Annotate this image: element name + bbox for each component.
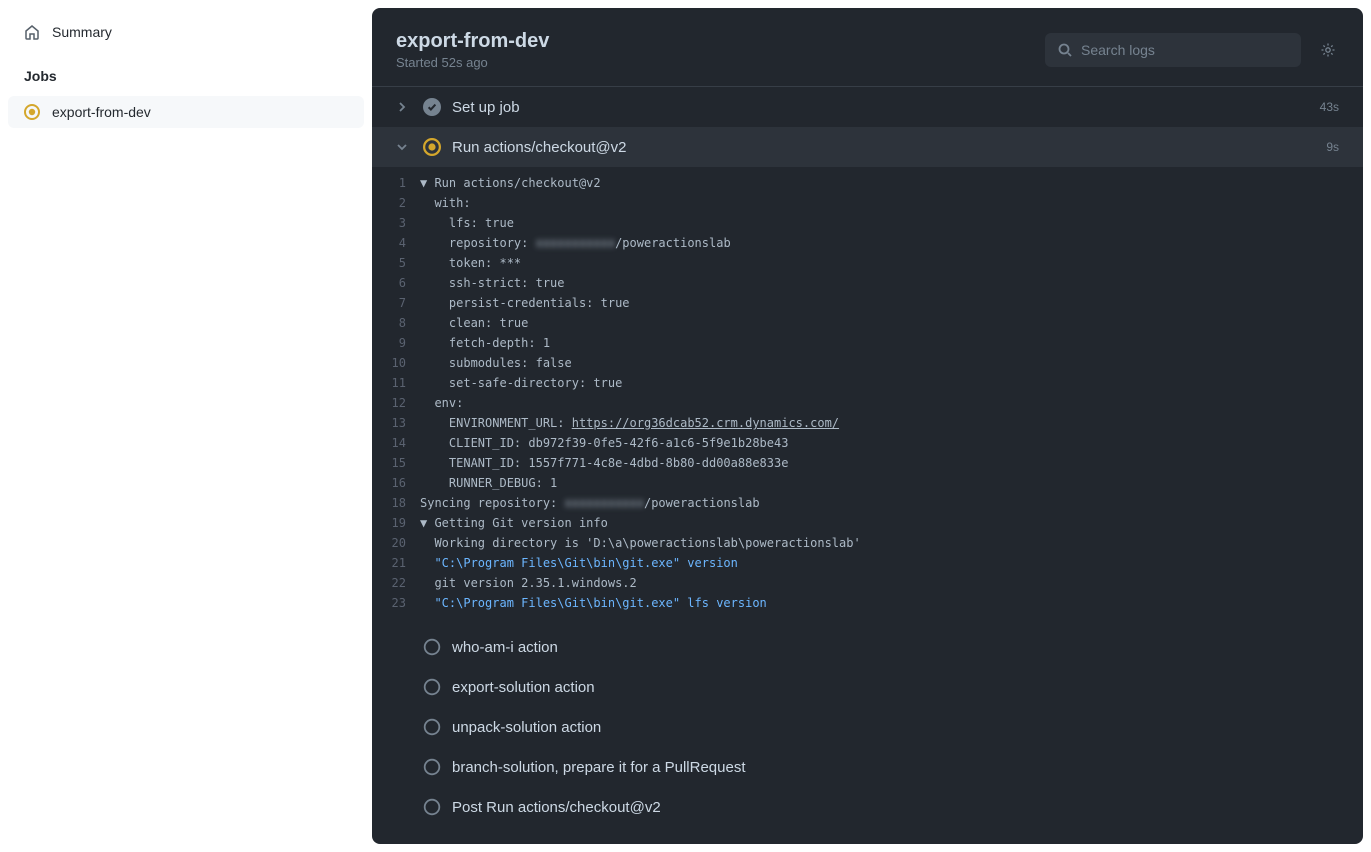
status-icon [422,797,442,817]
page-subtitle: Started 52s ago [396,55,1045,70]
log-line: 5 token: *** [372,253,1363,273]
search-input[interactable] [1081,42,1289,58]
log-line: 6 ssh-strict: true [372,273,1363,293]
step-label: who-am-i action [452,639,1329,656]
step-row[interactable]: branch-solution, prepare it for a PullRe… [372,747,1363,787]
sidebar-job-item[interactable]: export-from-dev [8,96,364,128]
step-label: export-solution action [452,679,1329,696]
log-line: 1▼ Run actions/checkout@v2 [372,173,1363,193]
log-line: 7 persist-credentials: true [372,293,1363,313]
log-line: 20 Working directory is 'D:\a\poweractio… [372,533,1363,553]
status-icon [422,757,442,777]
log-line: 4 repository: xxxxxxxxxxx/poweractionsla… [372,233,1363,253]
steps-list: Set up job 43s Run actions/checkout@v2 9s 1▼… [372,87,1363,844]
log-line: 14 CLIENT_ID: db972f39-0fe5-42f6-a1c6-5f… [372,433,1363,453]
status-icon [422,97,442,117]
chevron-icon [396,141,412,153]
step-row[interactable]: unpack-solution action [372,707,1363,747]
step-label: branch-solution, prepare it for a PullRe… [452,759,1329,776]
log-line: 12 env: [372,393,1363,413]
status-icon [422,677,442,697]
gear-icon [1320,42,1336,58]
step-label: Run actions/checkout@v2 [452,139,1316,156]
log-line: 11 set-safe-directory: true [372,373,1363,393]
step-timing: 9s [1326,140,1339,154]
log-line: 2 with: [372,193,1363,213]
main-panel: export-from-dev Started 52s ago Set up j… [372,8,1363,844]
step-timing: 43s [1320,100,1339,114]
log-line: 3 lfs: true [372,213,1363,233]
chevron-icon [396,101,412,113]
main-header: export-from-dev Started 52s ago [372,8,1363,87]
sidebar-summary-link[interactable]: Summary [8,16,364,48]
log-line: 22 git version 2.35.1.windows.2 [372,573,1363,593]
step-row[interactable]: who-am-i action [372,627,1363,667]
sidebar: Summary Jobs export-from-dev [0,0,372,852]
search-logs-box[interactable] [1045,33,1301,67]
settings-button[interactable] [1317,39,1339,61]
log-line: 13 ENVIRONMENT_URL: https://org36dcab52.… [372,413,1363,433]
log-line: 16 RUNNER_DEBUG: 1 [372,473,1363,493]
page-title: export-from-dev [396,30,1045,53]
log-line: 23 "C:\Program Files\Git\bin\git.exe" lf… [372,593,1363,613]
log-line: 19▼ Getting Git version info [372,513,1363,533]
log-line: 8 clean: true [372,313,1363,333]
log-line: 18Syncing repository: xxxxxxxxxxx/powera… [372,493,1363,513]
step-row[interactable]: export-solution action [372,667,1363,707]
status-icon [422,137,442,157]
step-row[interactable]: Post Run actions/checkout@v2 [372,787,1363,827]
log-line: 10 submodules: false [372,353,1363,373]
running-icon [24,104,40,120]
log-output: 1▼ Run actions/checkout@v22 with:3 lfs: … [372,167,1363,627]
sidebar-jobs-heading: Jobs [8,60,364,96]
log-line: 9 fetch-depth: 1 [372,333,1363,353]
log-line: 15 TENANT_ID: 1557f771-4c8e-4dbd-8b80-dd… [372,453,1363,473]
log-line: 21 "C:\Program Files\Git\bin\git.exe" ve… [372,553,1363,573]
sidebar-summary-label: Summary [52,24,112,40]
step-label: Post Run actions/checkout@v2 [452,799,1329,816]
step-label: Set up job [452,99,1310,116]
step-row[interactable]: Set up job 43s [372,87,1363,127]
status-icon [422,717,442,737]
search-icon [1057,42,1073,58]
status-icon [422,637,442,657]
sidebar-job-label: export-from-dev [52,104,151,120]
step-row[interactable]: Run actions/checkout@v2 9s [372,127,1363,167]
log-link[interactable]: https://org36dcab52.crm.dynamics.com/ [572,416,839,430]
step-label: unpack-solution action [452,719,1329,736]
home-icon [24,24,40,40]
